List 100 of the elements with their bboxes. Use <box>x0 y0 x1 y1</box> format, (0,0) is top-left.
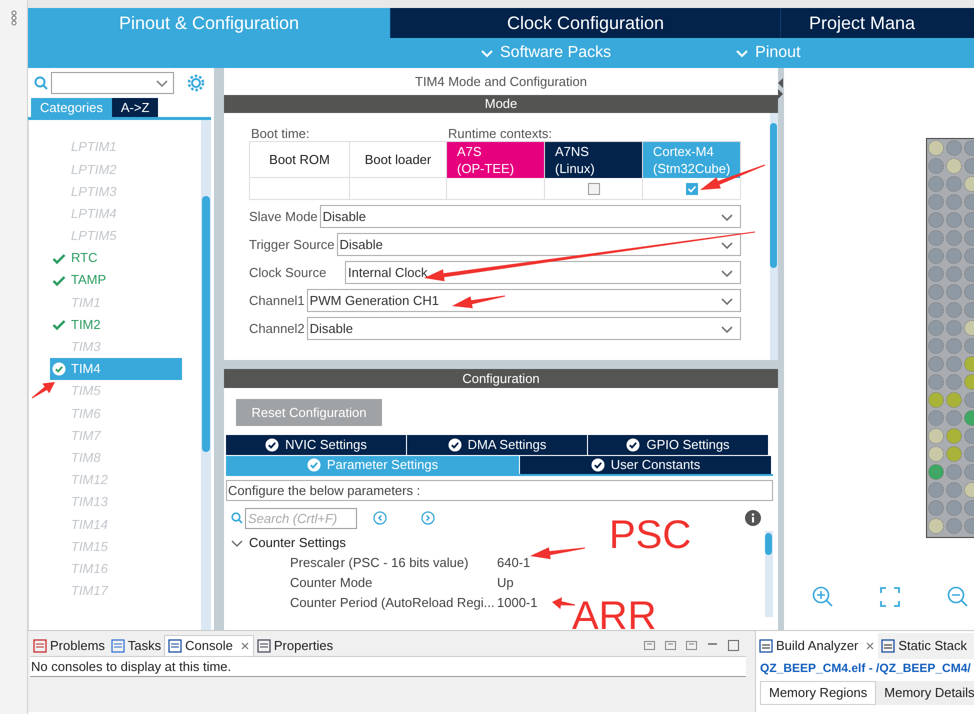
runtime-label: Runtime contexts: <box>448 125 552 141</box>
zoom-in-icon[interactable] <box>812 586 833 607</box>
field-label: Channel2 <box>249 320 305 338</box>
boot-label: Boot time: <box>250 125 311 141</box>
settings-tab[interactable]: NVIC Settings <box>226 435 406 455</box>
annotation-arrow <box>452 296 506 308</box>
sidebar-item[interactable]: TIM2 <box>50 314 182 336</box>
view-tab[interactable]: Categories <box>31 98 112 117</box>
menu-button[interactable]: Software Packs <box>480 41 612 65</box>
view-tab[interactable]: Console <box>164 635 254 656</box>
context-header: A7NS (Linux) <box>545 142 642 178</box>
dropdown[interactable]: PWM Generation CH1 <box>306 289 741 312</box>
view-tab[interactable]: Tasks <box>108 635 164 656</box>
fit-screen-icon[interactable] <box>880 586 900 606</box>
menu-button[interactable]: Pinout <box>735 41 801 65</box>
chevron-down-icon <box>735 48 750 58</box>
column-header: Boot loader <box>350 142 446 178</box>
chevron-down-icon <box>480 48 494 58</box>
scrollbar[interactable] <box>770 113 778 360</box>
checkbox[interactable] <box>588 182 600 194</box>
chevron-down-icon[interactable] <box>720 324 734 334</box>
zoom-out-icon[interactable] <box>947 586 968 607</box>
field-label: Clock Source <box>249 264 328 282</box>
view-tab[interactable]: Memory Regions <box>760 681 876 705</box>
view-icon <box>168 639 182 653</box>
check-circle-icon <box>306 458 321 472</box>
field-label: Slave Mode <box>249 208 318 226</box>
close-icon[interactable] <box>240 641 250 651</box>
section-header: Mode <box>224 95 778 113</box>
check-icon <box>52 252 66 265</box>
check-circle-icon <box>626 438 640 452</box>
chevron-down-icon <box>231 538 243 548</box>
parameter-value: Up <box>497 574 514 592</box>
close-icon[interactable] <box>865 641 876 651</box>
search-icon <box>34 76 48 90</box>
top-tab[interactable]: Project Mana <box>780 8 974 38</box>
info-icon[interactable] <box>745 510 761 526</box>
parameter-value: 1000-1 <box>497 594 538 612</box>
column-header: Boot ROM <box>250 142 349 178</box>
chevron-down-icon[interactable] <box>720 240 734 250</box>
annotation-arrow <box>530 547 586 560</box>
settings-tab[interactable]: Parameter Settings <box>226 456 519 474</box>
section-header: Configuration <box>224 369 778 388</box>
panel-title: TIM4 Mode and Configuration <box>224 68 778 95</box>
dots-icon[interactable] <box>10 10 16 26</box>
context-header: A7S (OP-TEE) <box>447 142 544 178</box>
field-label: Trigger Source <box>249 236 334 254</box>
sidebar-item[interactable]: TAMP <box>50 269 182 292</box>
view-tab[interactable]: Problems <box>30 635 108 656</box>
parameter-name: Prescaler (PSC - 16 bits value) <box>290 554 470 572</box>
search-field[interactable] <box>51 72 174 94</box>
view-icon <box>256 638 271 652</box>
check-circle-icon <box>448 438 462 452</box>
settings-tab[interactable]: User Constants <box>520 456 771 474</box>
settings-icon[interactable] <box>187 74 205 92</box>
next-icon[interactable] <box>421 511 435 525</box>
file-path: QZ_BEEP_CM4.elf - /QZ_BEEP_CM4/ <box>759 660 972 677</box>
sidebar-item[interactable]: TIM4 <box>50 358 182 380</box>
parameter-value: 640-1 <box>497 554 530 572</box>
parameter-name: Counter Period (AutoReload Regi... <box>290 594 496 612</box>
dropdown[interactable]: Internal Clock <box>345 261 741 284</box>
reset-button[interactable]: Reset Configuration <box>236 399 382 426</box>
maximize-icon[interactable] <box>727 639 740 652</box>
search-icon <box>231 512 243 524</box>
dropdown[interactable]: Disable <box>336 233 741 256</box>
tree-group[interactable]: Counter Settings <box>226 533 350 553</box>
view-icon <box>881 639 896 653</box>
top-tab[interactable]: Clock Configuration <box>390 8 780 38</box>
check-circle-icon <box>265 438 280 452</box>
settings-tab[interactable]: GPIO Settings <box>588 435 768 455</box>
chevron-down-icon[interactable] <box>720 212 734 222</box>
dropdown[interactable]: Disable <box>320 205 741 228</box>
previous-icon[interactable] <box>373 511 387 525</box>
annotation-label: ARR <box>572 593 656 639</box>
chevron-down-icon[interactable] <box>720 296 734 306</box>
annotation-arrow <box>32 382 55 398</box>
context-header: Cortex-M4 (Stm32Cube) <box>643 142 740 178</box>
view-tab[interactable]: Memory Details <box>876 681 974 705</box>
field-label: Channel1 <box>249 292 305 310</box>
settings-tab[interactable]: DMA Settings <box>407 435 587 455</box>
view-icon <box>110 638 125 652</box>
view-tab[interactable]: Build Analyzer <box>756 633 878 659</box>
view-tab[interactable]: Static Stack <box>878 633 970 659</box>
check-icon <box>52 274 66 287</box>
sidebar-item[interactable]: RTC <box>50 246 182 270</box>
check-circle-icon <box>52 362 66 376</box>
dropdown[interactable]: Disable <box>306 317 741 340</box>
search-field[interactable]: Search (Crtl+F) <box>245 508 357 528</box>
check-icon <box>52 318 66 332</box>
view-icon <box>33 638 47 652</box>
view-icon <box>759 639 773 653</box>
view-tab[interactable]: A->Z <box>112 98 158 117</box>
scrollbar[interactable] <box>765 531 773 617</box>
checkbox[interactable] <box>686 182 698 194</box>
view-tab[interactable]: Properties <box>254 635 336 656</box>
check-circle-icon <box>590 458 605 472</box>
chevron-down-icon[interactable] <box>720 268 734 278</box>
scrollbar[interactable] <box>201 120 211 630</box>
chevron-down-icon[interactable] <box>155 78 169 88</box>
console-message: No consoles to display at this time. <box>30 657 746 677</box>
